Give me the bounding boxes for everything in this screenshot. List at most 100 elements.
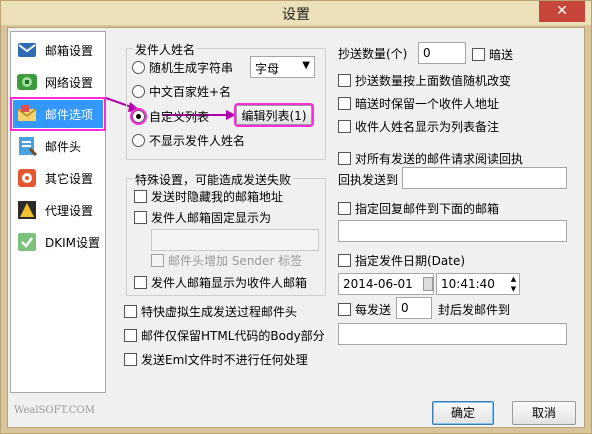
- spinner-up-icon[interactable]: ▲: [508, 274, 519, 284]
- html-body-only-checkbox[interactable]: 邮件仅保留HTML代码的Body部分: [124, 327, 325, 344]
- hide-address-checkbox[interactable]: 发送时隐藏我的邮箱地址: [134, 188, 283, 205]
- read-receipt-checkbox[interactable]: 对所有发送的邮件请求阅读回执: [338, 150, 523, 167]
- reply-to-checkbox[interactable]: 指定回复邮件到下面的邮箱: [338, 200, 499, 217]
- repeat-send-checkbox[interactable]: 每发送: [338, 301, 391, 318]
- sidebar-item-label: 网络设置: [45, 75, 94, 90]
- radio-hide-name[interactable]: [132, 134, 145, 147]
- checkbox[interactable]: [338, 202, 351, 215]
- checkbox-label: 抄送数量按上面数值随机改变: [355, 74, 512, 88]
- checkbox[interactable]: [134, 276, 147, 289]
- checkbox-label: 发送Eml文件时不进行任何处理: [141, 353, 308, 367]
- window-title: 设置: [282, 7, 310, 23]
- radio-random[interactable]: [132, 61, 145, 74]
- sidebar-item-mailbox[interactable]: 邮箱设置: [13, 36, 103, 64]
- date-value: 2014-06-01: [343, 277, 413, 291]
- reply-address-input[interactable]: [338, 220, 567, 242]
- sidebar-item-label: 邮箱设置: [45, 43, 94, 58]
- checkbox-label: 指定回复邮件到下面的邮箱: [355, 202, 500, 216]
- checkbox[interactable]: [124, 353, 137, 366]
- sidebar-item-other-settings[interactable]: 其它设置: [13, 164, 103, 192]
- checkbox[interactable]: [124, 329, 137, 342]
- spinner-down-icon[interactable]: ▼: [508, 284, 519, 294]
- repeat-suffix-label: 封后发邮件到: [438, 301, 510, 318]
- send-date-picker[interactable]: 2014-06-01: [338, 273, 434, 295]
- checkbox[interactable]: [134, 211, 147, 224]
- keep-one-checkbox[interactable]: 暗送时保留一个收件人地址: [338, 95, 499, 112]
- cancel-button[interactable]: 取消: [512, 401, 576, 425]
- dialog-client-area: 邮箱设置 网络设置 邮件选项 邮件头 其它设置 代理设置 DKIM设置 Weal…: [7, 27, 585, 428]
- sidebar-item-label: DKIM设置: [45, 235, 101, 250]
- select-value: 字母: [255, 62, 280, 76]
- checkbox-label: 特快虚拟生成发送过程邮件头: [141, 305, 298, 319]
- mail-options-icon: [15, 102, 39, 126]
- time-spinner[interactable]: ▲ ▼: [508, 274, 519, 294]
- sender-header-checkbox[interactable]: 邮件头增加 Sender 标签: [151, 252, 302, 269]
- checkbox[interactable]: [134, 190, 147, 203]
- fixed-sender-checkbox[interactable]: 发件人邮箱固定显示为: [134, 209, 271, 226]
- checkbox-label: 每发送: [355, 303, 392, 317]
- checkbox[interactable]: [338, 152, 351, 165]
- option-label: 中文百家姓+名: [149, 85, 232, 99]
- send-date-checkbox[interactable]: 指定发件日期(Date): [338, 252, 465, 269]
- fixed-sender-input[interactable]: [151, 229, 319, 251]
- sidebar-item-label: 代理设置: [45, 203, 94, 218]
- show-list-note-checkbox[interactable]: 收件人姓名显示为列表备注: [338, 118, 499, 135]
- sender-name-hide-option[interactable]: 不显示发件人姓名: [132, 132, 245, 149]
- sidebar-item-label: 其它设置: [45, 171, 94, 186]
- receipt-to-label: 回执发送到: [338, 171, 398, 188]
- other-settings-icon: [15, 166, 39, 190]
- group-title: 发件人姓名: [133, 41, 198, 58]
- checkbox[interactable]: [151, 254, 164, 267]
- sidebar-item-proxy[interactable]: 代理设置: [13, 196, 103, 224]
- checkbox-label: 暗送: [489, 48, 514, 62]
- checkbox[interactable]: [338, 303, 351, 316]
- checkbox[interactable]: [338, 254, 351, 267]
- settings-window: 设置 ✕ 邮箱设置 网络设置 邮件选项 邮件头 其它设置 代理设置 DKIM设置…: [0, 0, 592, 434]
- fake-header-checkbox[interactable]: 特快虚拟生成发送过程邮件头: [124, 303, 297, 320]
- checkbox[interactable]: [472, 48, 485, 61]
- sender-name-custom-option[interactable]: 自定义列表: [130, 108, 209, 125]
- random-count-checkbox[interactable]: 抄送数量按上面数值随机改变: [338, 72, 511, 89]
- radio-custom-list[interactable]: [130, 108, 147, 125]
- option-label: 不显示发件人姓名: [149, 134, 246, 148]
- checkbox-label: 暗送时保留一个收件人地址: [355, 97, 500, 111]
- radio-chinese-name[interactable]: [132, 85, 145, 98]
- random-type-select[interactable]: 字母 ▼: [250, 56, 315, 78]
- checkbox[interactable]: [338, 97, 351, 110]
- checkbox-label: 指定发件日期(Date): [355, 254, 466, 268]
- repeat-count-input[interactable]: 0: [396, 297, 432, 319]
- checkbox-label: 邮件头增加 Sender 标签: [168, 254, 303, 268]
- checkbox-label: 发件人邮箱显示为收件人邮箱: [151, 276, 308, 290]
- network-icon: [15, 70, 39, 94]
- calendar-icon[interactable]: [423, 277, 433, 291]
- label-text: 封后发邮件到: [438, 303, 511, 317]
- sidebar-item-network[interactable]: 网络设置: [13, 68, 103, 96]
- label-text: 回执发送到: [338, 173, 399, 187]
- cc-count-input[interactable]: 0: [418, 42, 466, 64]
- checkbox-label: 收件人姓名显示为列表备注: [355, 120, 500, 134]
- close-icon: ✕: [556, 3, 568, 19]
- checkbox[interactable]: [338, 120, 351, 133]
- receipt-address-input[interactable]: [402, 167, 567, 189]
- ok-button[interactable]: 确定: [432, 401, 494, 425]
- mail-header-icon: [15, 134, 39, 158]
- sidebar-item-mail-options[interactable]: 邮件选项: [10, 97, 106, 131]
- close-button[interactable]: ✕: [539, 1, 585, 22]
- mailbox-icon: [15, 38, 39, 62]
- checkbox[interactable]: [338, 74, 351, 87]
- sender-name-random-option[interactable]: 随机生成字符串: [132, 59, 233, 76]
- edit-list-button[interactable]: 编辑列表(1): [234, 103, 314, 127]
- sender-as-receiver-checkbox[interactable]: 发件人邮箱显示为收件人邮箱: [134, 274, 307, 291]
- sidebar-item-dkim[interactable]: DKIM设置: [13, 228, 103, 256]
- sender-name-chinese-option[interactable]: 中文百家姓+名: [132, 83, 231, 100]
- sidebar-item-mail-header[interactable]: 邮件头: [13, 132, 103, 160]
- proxy-icon: [15, 198, 39, 222]
- eml-no-process-checkbox[interactable]: 发送Eml文件时不进行任何处理: [124, 351, 308, 368]
- checkbox-label: 对所有发送的邮件请求阅读回执: [355, 152, 524, 166]
- bcc-checkbox[interactable]: 暗送: [472, 46, 513, 63]
- chevron-down-icon: ▼: [302, 60, 310, 71]
- checkbox[interactable]: [124, 305, 137, 318]
- repeat-address-input[interactable]: [338, 323, 567, 345]
- label-text: 抄送数量(个): [338, 47, 408, 61]
- group-title: 特殊设置，可能造成发送失败: [133, 171, 294, 188]
